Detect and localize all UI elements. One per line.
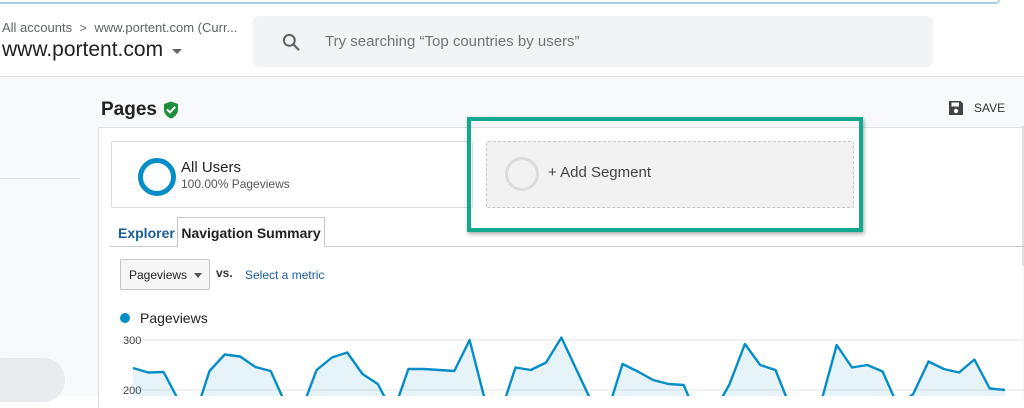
search-icon <box>282 33 300 51</box>
select-metric-link[interactable]: Select a metric <box>245 268 324 282</box>
segment-name: All Users <box>181 159 242 176</box>
sidebar-active-item[interactable] <box>0 358 65 402</box>
search-placeholder: Try searching “Top countries by users” <box>325 33 580 50</box>
shield-check-icon <box>163 101 178 119</box>
segment-color-ring-icon <box>138 158 176 196</box>
highlight-box <box>467 117 863 232</box>
breadcrumb-root[interactable]: All accounts <box>2 20 72 35</box>
breadcrumb[interactable]: All accounts > www.portent.com (Curr... <box>2 20 237 35</box>
chevron-down-icon <box>194 273 202 278</box>
save-label: SAVE <box>974 101 1006 115</box>
metric-select[interactable]: Pageviews <box>120 259 210 290</box>
tab-navigation-summary[interactable]: Navigation Summary <box>177 217 325 247</box>
breadcrumb-current[interactable]: www.portent.com (Curr... <box>94 20 237 35</box>
metric-select-value: Pageviews <box>129 268 188 282</box>
legend-series-name: Pageviews <box>140 310 208 326</box>
top-bar: All accounts > www.portent.com (Curr... … <box>0 0 1024 77</box>
chart-legend: Pageviews <box>120 310 208 326</box>
page-title-text: Pages <box>101 99 157 120</box>
save-button[interactable]: SAVE <box>948 100 1005 116</box>
segment-detail: 100.00% Pageviews <box>181 177 290 191</box>
chevron-down-icon <box>172 48 183 54</box>
vs-label: vs. <box>216 266 233 280</box>
page-title: Pages <box>101 99 179 121</box>
top-bar-accent <box>0 0 1000 4</box>
segment-all-users[interactable]: All Users 100.00% Pageviews <box>111 141 473 208</box>
search-bar[interactable]: Try searching “Top countries by users” <box>253 16 933 67</box>
property-name: www.portent.com <box>2 38 164 61</box>
legend-dot-icon <box>120 313 130 323</box>
tab-explorer[interactable]: Explorer <box>118 225 175 241</box>
property-selector[interactable]: www.portent.com <box>2 38 183 62</box>
breadcrumb-separator: > <box>79 21 87 35</box>
sidebar-divider <box>0 178 80 179</box>
save-disk-icon <box>949 101 963 115</box>
